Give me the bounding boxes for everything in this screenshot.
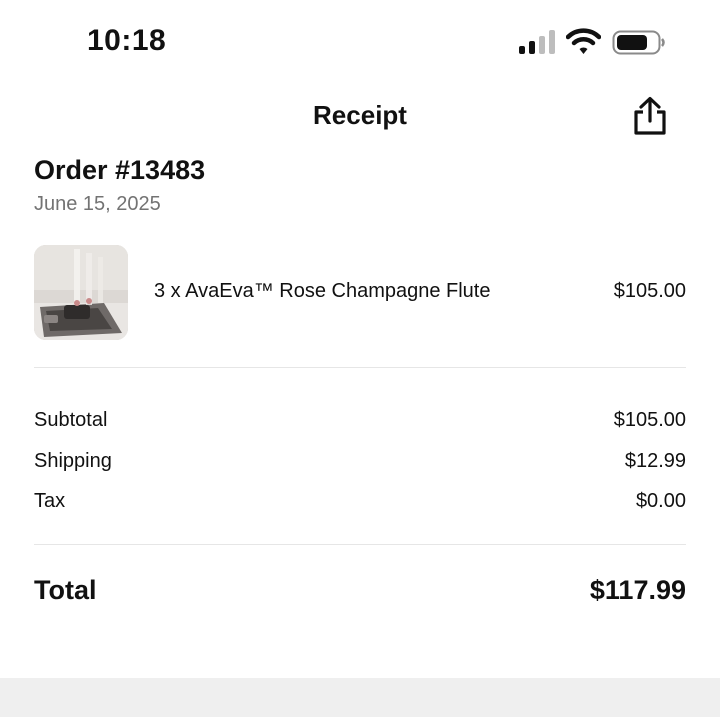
divider	[34, 544, 686, 545]
total-row: Total $117.99	[34, 575, 686, 611]
subtotal-row: Subtotal $105.00	[34, 409, 686, 437]
divider	[34, 367, 686, 368]
shipping-row: Shipping $12.99	[34, 450, 686, 478]
item-price: $105.00	[613, 280, 686, 302]
champagne-flutes-photo	[34, 245, 128, 340]
wifi-icon	[566, 28, 601, 54]
line-item[interactable]: 3 x AvaEva™ Rose Champagne Flute $105.00	[34, 245, 686, 340]
page-title: Receipt	[313, 100, 407, 130]
shipping-label: Shipping	[34, 450, 112, 472]
share-icon[interactable]	[631, 96, 669, 136]
nav-bar: Receipt	[0, 86, 720, 150]
order-number: Order #13483	[34, 155, 206, 185]
order-date: June 15, 2025	[34, 193, 161, 215]
cellular-signal-icon	[519, 30, 555, 54]
tax-row: Tax $0.00	[34, 490, 686, 518]
subtotal-label: Subtotal	[34, 409, 108, 431]
total-label: Total	[34, 575, 97, 605]
tax-label: Tax	[34, 490, 66, 512]
tax-value: $0.00	[635, 490, 686, 512]
shipping-value: $12.99	[624, 450, 686, 472]
item-name: 3 x AvaEva™ Rose Champagne Flute	[154, 280, 491, 302]
bottom-section-background	[0, 678, 720, 717]
product-thumbnail[interactable]	[34, 245, 128, 340]
status-bar: 10:18	[0, 0, 720, 86]
status-time: 10:18	[87, 24, 167, 57]
battery-icon	[612, 30, 665, 55]
total-value: $117.99	[589, 575, 686, 605]
subtotal-value: $105.00	[613, 409, 686, 431]
